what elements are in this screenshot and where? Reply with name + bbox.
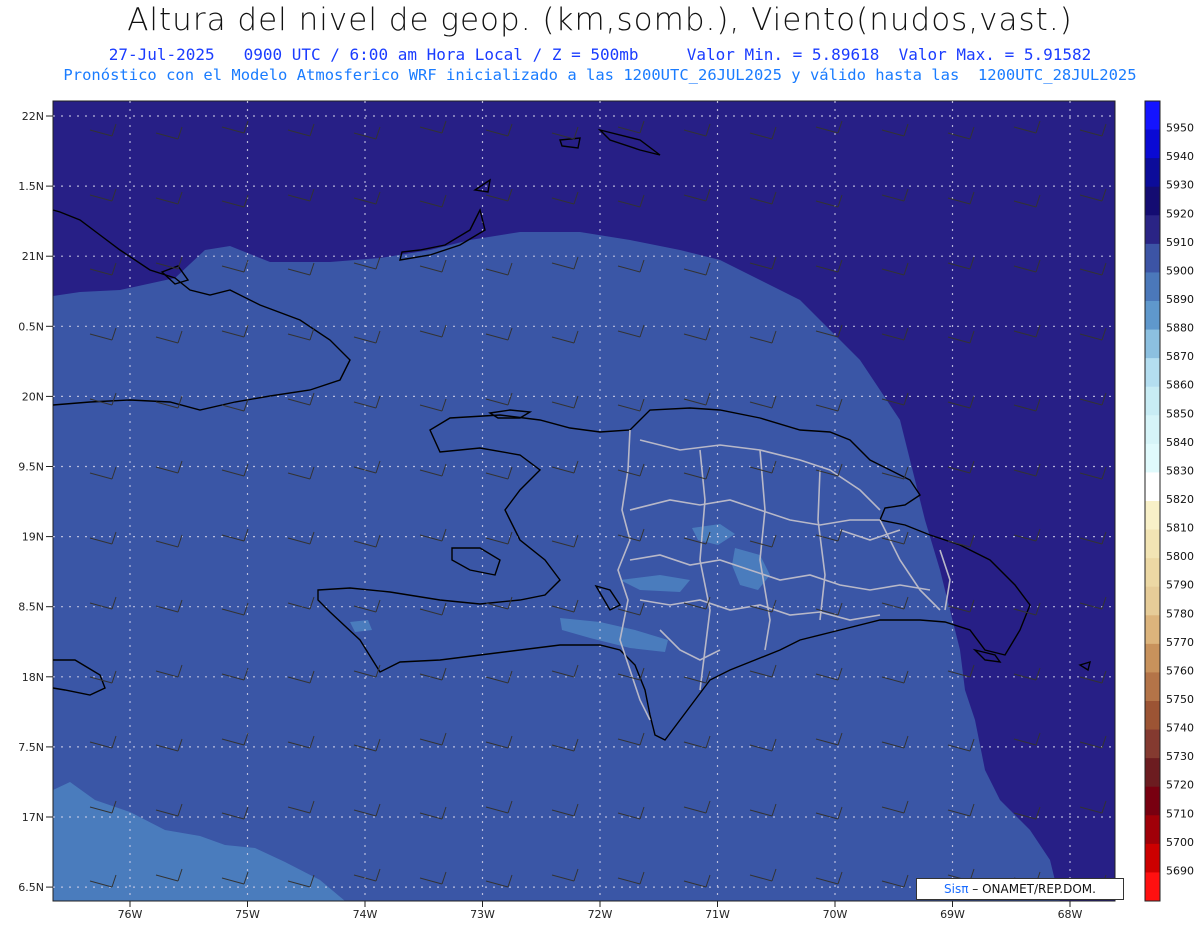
colorbar-label: 5780 [1166, 607, 1194, 620]
colorbar-swatch [1145, 243, 1160, 273]
lat-label: 0.5N [18, 320, 44, 333]
lat-label: 20N [22, 390, 44, 403]
color-scale-legend: 5950 5940 5930 5920 5910 5900 5890 5880 5870 5860… [1144, 100, 1194, 902]
colorbar-swatch [1145, 843, 1160, 873]
colorbar-label: 5860 [1166, 379, 1194, 392]
lat-label: 8.5N [18, 601, 44, 614]
colorbar-swatch [1145, 701, 1160, 731]
colorbar-label: 5850 [1166, 407, 1194, 420]
lon-label: 71W [705, 908, 730, 921]
colorbar-swatch [1145, 586, 1160, 616]
colorbar-label: 5720 [1166, 779, 1194, 792]
colorbar-swatch [1145, 358, 1160, 388]
colorbar-swatch [1145, 272, 1160, 302]
lat-label: 7.5N [18, 741, 44, 754]
colorbar-label: 5730 [1166, 750, 1194, 763]
colorbar-swatch [1145, 443, 1160, 473]
lon-label: 73W [470, 908, 495, 921]
colorbar-swatch [1145, 786, 1160, 816]
colorbar-label: 5910 [1166, 236, 1194, 249]
colorbar-swatch [1145, 158, 1160, 188]
colorbar-label: 5830 [1166, 464, 1194, 477]
colorbar-label: 5740 [1166, 722, 1194, 735]
colorbar-label: 5940 [1166, 150, 1194, 163]
colorbar-swatch [1145, 815, 1160, 845]
credit-box: Sisπ – ONAMET/REP.DOM. [916, 878, 1124, 900]
colorbar-label: 5840 [1166, 436, 1194, 449]
latitude-labels: 22N 1.5N 21N 0.5N 20N 9.5N 19N 8.5N 18N 7.5N 17N 6.… [18, 110, 53, 894]
colorbar-label: 5770 [1166, 636, 1194, 649]
colorbar-label: 5750 [1166, 693, 1194, 706]
colorbar-label: 5880 [1166, 322, 1194, 335]
colorbar-label: 5690 [1166, 864, 1194, 877]
colorbar-swatch [1145, 729, 1160, 759]
colorbar-label: 5810 [1166, 522, 1194, 535]
lat-label: 21N [22, 250, 44, 263]
colorbar-swatch [1145, 215, 1160, 245]
colorbar-swatch [1145, 329, 1160, 359]
colorbar-swatch [1145, 529, 1160, 559]
sispi-logo-text: Sisπ [944, 882, 969, 896]
colorbar-swatch [1145, 643, 1160, 673]
colorbar-swatch [1145, 129, 1160, 159]
colorbar-swatch [1145, 672, 1160, 702]
credit-text: – ONAMET/REP.DOM. [968, 882, 1096, 896]
lat-label: 6.5N [18, 881, 44, 894]
lat-label: 22N [22, 110, 44, 123]
forecast-map: 22N 1.5N 21N 0.5N 20N 9.5N 19N 8.5N 18N 7.5N 17N 6.… [18, 100, 1194, 921]
colorbar-swatch [1145, 386, 1160, 416]
lon-label: 69W [940, 908, 965, 921]
colorbar-label: 5710 [1166, 807, 1194, 820]
lat-label: 17N [22, 811, 44, 824]
lon-label: 75W [235, 908, 260, 921]
colorbar-swatch [1145, 301, 1160, 331]
lat-label: 19N [22, 531, 44, 544]
colorbar-label: 5920 [1166, 207, 1194, 220]
colorbar-label: 5760 [1166, 664, 1194, 677]
lon-label: 76W [118, 908, 143, 921]
lon-label: 72W [588, 908, 613, 921]
lon-label: 68W [1058, 908, 1083, 921]
lat-label: 9.5N [18, 461, 44, 474]
lon-label: 74W [353, 908, 378, 921]
colorbar-swatch [1145, 615, 1160, 645]
lat-label: 18N [22, 671, 44, 684]
colorbar-label: 5890 [1166, 293, 1194, 306]
colorbar-label: 5800 [1166, 550, 1194, 563]
colorbar-swatch [1145, 872, 1160, 902]
colorbar-swatch [1145, 558, 1160, 588]
longitude-labels: 76W 75W 74W 73W 72W 71W 70W 69W 68W [118, 901, 1083, 921]
colorbar-swatch [1145, 186, 1160, 216]
colorbar-label: 5930 [1166, 179, 1194, 192]
colorbar-label: 5950 [1166, 122, 1194, 135]
colorbar-label: 5790 [1166, 579, 1194, 592]
colorbar-swatch [1145, 472, 1160, 502]
colorbar-label: 5700 [1166, 836, 1194, 849]
colorbar-label: 5820 [1166, 493, 1194, 506]
colorbar-label: 5870 [1166, 350, 1194, 363]
colorbar-label: 5900 [1166, 264, 1194, 277]
colorbar-swatch [1145, 501, 1160, 531]
lat-label: 1.5N [18, 180, 44, 193]
colorbar-swatch [1145, 758, 1160, 788]
lon-label: 70W [823, 908, 848, 921]
colorbar-swatch [1145, 415, 1160, 445]
colorbar-swatch [1145, 101, 1160, 131]
